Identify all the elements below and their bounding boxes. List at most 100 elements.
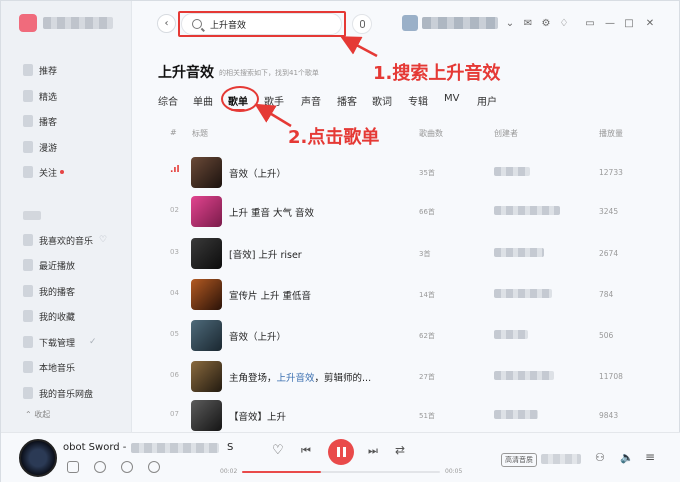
tab-albums[interactable]: 专辑 [408, 93, 428, 108]
playlist-cover[interactable] [191, 400, 222, 431]
gear-icon[interactable]: ⚙ [539, 16, 553, 30]
column-creator[interactable]: 创建者 [494, 128, 518, 139]
creator-blurred[interactable] [494, 289, 552, 298]
cloud-icon [23, 387, 33, 399]
sidebar-item-downloads[interactable]: 下载管理 ✓ [23, 334, 97, 350]
creator-blurred[interactable] [494, 206, 560, 215]
playlist-title[interactable]: 音效（上升） [229, 329, 286, 343]
playlist-cover[interactable] [191, 196, 222, 227]
table-row[interactable]: 03 [音效] 上升 riser 3首 2674 [158, 236, 668, 270]
sidebar-item-liked[interactable]: 我喜欢的音乐 ♡ [23, 232, 107, 248]
volume-icon[interactable]: 🔈 [620, 451, 634, 464]
sidebar-item-podcast[interactable]: 播客 [23, 113, 57, 129]
tab-artists[interactable]: 歌手 [264, 93, 284, 108]
shuffle-icon[interactable]: ⇄ [395, 443, 405, 457]
playlist-queue-icon[interactable]: ≡ [645, 450, 655, 464]
download-icon[interactable] [148, 461, 160, 473]
sidebar-item-featured[interactable]: 精选 [23, 88, 57, 104]
playlist-cover[interactable] [191, 279, 222, 310]
share-icon[interactable] [121, 461, 133, 473]
sidebar-item-recommend[interactable]: 推荐 [23, 62, 57, 78]
playlist-title[interactable]: 主角登场，上升音效，剪辑师的... [229, 370, 371, 384]
sidebar-item-label: 关注 [39, 168, 58, 179]
tab-users[interactable]: 用户 [477, 93, 497, 108]
tab-comprehensive[interactable]: 综合 [158, 93, 178, 108]
close-icon[interactable]: ✕ [643, 16, 657, 30]
time-total: 00:05 [445, 468, 463, 475]
tab-sounds[interactable]: 声音 [301, 93, 321, 108]
pause-button[interactable] [328, 439, 354, 465]
sidebar-item-cloud[interactable]: 我的音乐网盘 [23, 385, 93, 401]
now-playing-artist-blurred[interactable] [131, 443, 219, 453]
column-plays[interactable]: 播放量 [599, 128, 623, 139]
playlist-title[interactable]: 上升 重音 大气 音效 [229, 205, 314, 219]
add-to-playlist-icon[interactable] [67, 461, 79, 473]
previous-icon[interactable]: ⏮ [301, 444, 311, 458]
mail-icon[interactable]: ✉ [521, 16, 535, 30]
podcast-icon [23, 115, 33, 127]
tab-podcasts[interactable]: 播客 [337, 93, 357, 108]
table-row[interactable]: .ıl 音效（上升） 35首 12733 [158, 155, 668, 189]
sidebar: 推荐 精选 播客 漫游 关注 我喜欢的音乐 ♡ 最近播放 我的播客 我的收藏 下载… [1, 1, 132, 432]
table-row[interactable]: 06 主角登场，上升音效，剪辑师的... 27首 11708 [158, 359, 668, 393]
tab-lyrics[interactable]: 歌词 [372, 93, 392, 108]
tab-mv[interactable]: MV [444, 93, 459, 104]
user-name-blurred[interactable] [422, 17, 498, 29]
progress-bar[interactable] [242, 471, 440, 473]
playlist-title[interactable]: 【音效】上升 [229, 409, 286, 423]
row-index: 04 [170, 289, 179, 297]
quality-badge[interactable]: 高清音质 [501, 453, 537, 467]
comment-icon[interactable] [94, 461, 106, 473]
chevron-down-icon[interactable]: ⌄ [503, 16, 517, 30]
playlist-cover[interactable] [191, 238, 222, 269]
voice-search-button[interactable] [352, 14, 372, 34]
back-button[interactable]: ‹ [157, 14, 176, 33]
row-index: 05 [170, 330, 179, 338]
minimize-icon[interactable]: — [603, 16, 617, 30]
sidebar-item-recent[interactable]: 最近播放 [23, 257, 75, 273]
pause-icon-bar [342, 447, 346, 457]
like-icon[interactable]: ♡ [272, 443, 284, 458]
sidebar-item-follow[interactable]: 关注 [23, 164, 65, 180]
sound-effect-blurred[interactable] [541, 454, 581, 464]
creator-blurred[interactable] [494, 371, 554, 380]
tab-songs[interactable]: 单曲 [193, 93, 213, 108]
now-playing-cover[interactable] [19, 439, 57, 477]
maximize-icon[interactable]: □ [622, 16, 636, 30]
playlist-cover[interactable] [191, 320, 222, 351]
title-text: 主角登场， [229, 373, 277, 384]
chevron-left-icon: ‹ [164, 18, 169, 29]
row-index: 03 [170, 248, 179, 256]
playlist-title[interactable]: [音效] 上升 riser [229, 247, 302, 261]
sidebar-item-collection[interactable]: 我的收藏 [23, 308, 75, 324]
play-count: 506 [599, 331, 614, 340]
avatar[interactable] [402, 15, 418, 31]
sidebar-item-roam[interactable]: 漫游 [23, 139, 57, 155]
playlist-cover[interactable] [191, 157, 222, 188]
table-row[interactable]: 02 上升 重音 大气 音效 66首 3245 [158, 194, 668, 228]
table-row[interactable]: 05 音效（上升） 62首 506 [158, 318, 668, 352]
together-listen-icon[interactable]: ⚇ [595, 451, 605, 464]
sidebar-collapse[interactable]: ⌃ 收起 [25, 409, 50, 420]
creator-blurred[interactable] [494, 248, 544, 257]
sidebar-item-label: 漫游 [39, 143, 58, 154]
playlist-cover[interactable] [191, 361, 222, 392]
playlist-title[interactable]: 音效（上升） [229, 166, 286, 180]
mini-mode-icon[interactable]: ▭ [583, 16, 597, 30]
app-logo [19, 14, 37, 32]
next-icon[interactable]: ⏭ [368, 444, 378, 458]
table-row[interactable]: 07 【音效】上升 51首 9843 [158, 398, 668, 432]
heart-shield-icon[interactable]: ♡ [99, 235, 107, 245]
sidebar-item-local[interactable]: 本地音乐 [23, 359, 75, 375]
now-playing-title[interactable]: obot Sword - [63, 442, 126, 453]
sidebar-item-label: 精选 [39, 92, 58, 103]
table-row[interactable]: 04 宣传片 上升 重低音 14首 784 [158, 277, 668, 311]
creator-blurred[interactable] [494, 330, 528, 339]
sidebar-item-my-podcast[interactable]: 我的播客 [23, 283, 75, 299]
sidebar-item-label: 我喜欢的音乐 [39, 236, 94, 247]
creator-blurred[interactable] [494, 410, 538, 419]
skin-icon[interactable]: ♢ [557, 16, 571, 30]
row-index: 07 [170, 410, 179, 418]
creator-blurred[interactable] [494, 167, 530, 176]
playlist-title[interactable]: 宣传片 上升 重低音 [229, 288, 311, 302]
